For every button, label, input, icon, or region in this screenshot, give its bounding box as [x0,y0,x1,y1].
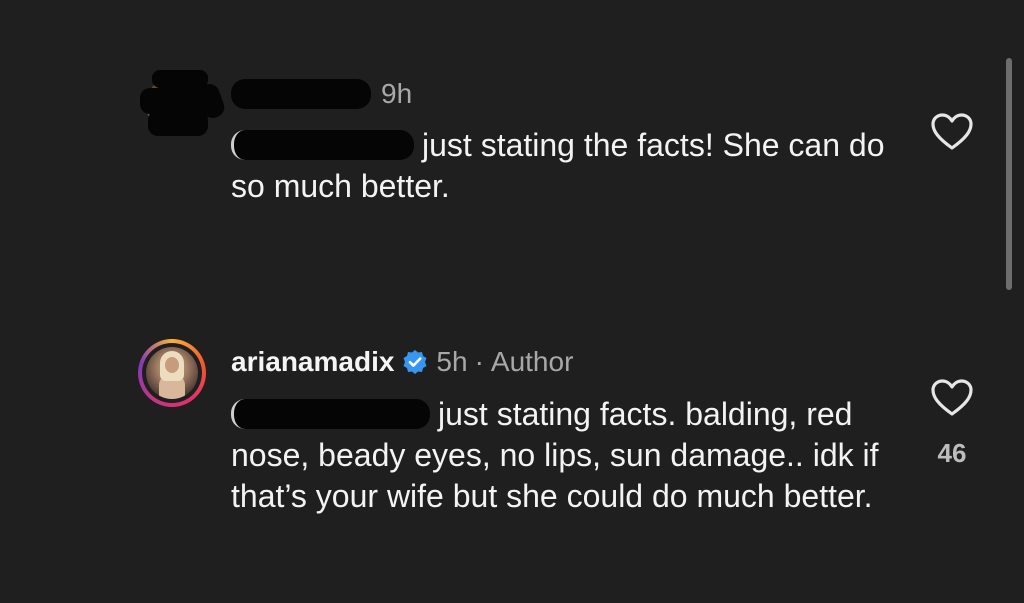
separator-dot: · [474,346,484,377]
comment-item: 9h just stating the facts! She can do so… [0,70,1024,220]
like-button[interactable]: 46 [930,378,974,469]
redacted-mention[interactable] [231,130,414,160]
redaction-mark [148,110,208,136]
author-label: Author [490,346,574,377]
comments-screen: 9h just stating the facts! She can do so… [0,0,1024,603]
like-button[interactable] [930,112,974,152]
avatar[interactable] [140,70,228,138]
verified-badge-icon [403,350,427,374]
comment-time: 9h [381,78,413,109]
comment-meta: 9h [231,76,412,112]
photo-face [165,357,179,373]
profile-photo [146,347,198,399]
redacted-mention[interactable] [231,399,430,429]
comment-item: arianamadix 5h · Author just stating fac… [0,338,1024,568]
redacted-username[interactable] [231,79,371,109]
username[interactable]: arianamadix [231,346,394,378]
heart-outline-icon [931,113,973,150]
comment-time: 5h [436,346,468,377]
heart-outline-icon [931,379,973,416]
comment-text: just stating the facts! She can do so mu… [231,125,891,207]
like-count[interactable]: 46 [930,438,974,469]
redaction-mark [152,70,208,88]
avatar[interactable] [138,339,206,407]
comment-meta: arianamadix 5h · Author [231,344,573,380]
comment-text: just stating facts. balding, red nose, b… [231,394,891,517]
